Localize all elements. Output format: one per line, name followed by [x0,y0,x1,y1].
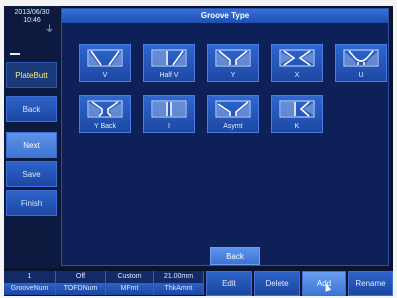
back-button[interactable]: Back [210,247,260,265]
groove-i-tile[interactable]: I [143,95,195,133]
groove-y-back-label: Y Back [93,123,117,130]
groove-k-icon [279,100,315,118]
groove-num-value: 1 [4,271,56,283]
bottom-bar: 1 Off Custom 21.00mm GrooveNum TOFDNum M… [4,270,393,296]
groove-y-back-icon [87,100,123,118]
groove-half-v-label: Half V [159,72,179,79]
groove-i-icon [151,100,187,118]
groove-half-v-icon [151,49,187,67]
thickness-value: 21.00mm [154,271,204,283]
panel-title: Groove Type [62,9,388,23]
groove-y-label: Y [230,72,236,79]
groove-u-icon [343,49,379,67]
finish-side-button[interactable]: Finish [6,190,57,216]
mode-label: PlateButt [6,62,57,88]
thickness-field[interactable]: ThkAmnt [154,283,204,295]
groove-v-label: V [102,72,108,79]
device-screen: 2013/06/30 10:46 ⏚ PlateButt Back Next S… [4,6,393,296]
groove-type-panel: Groove Type V Half V Y X U Y Back I Asym… [61,8,389,266]
groove-asym-tile[interactable]: Asymt [207,95,259,133]
groove-y-back-tile[interactable]: Y Back [79,95,131,133]
groove-i-label: I [168,123,170,130]
groove-u-tile[interactable]: U [335,44,387,82]
groove-asym-icon [215,100,251,118]
groove-half-v-tile[interactable]: Half V [143,44,195,82]
groove-v-tile[interactable]: V [79,44,131,82]
tofd-num-value: Off [56,271,106,283]
groove-x-icon [279,49,315,67]
groove-asym-label: Asymt [223,123,243,130]
tofd-num-field[interactable]: TOFDNum [56,283,106,295]
groove-k-label: K [294,123,300,130]
sidebar: 2013/06/30 10:46 ⏚ PlateButt Back Next S… [4,6,60,268]
sidebar-divider [10,53,20,55]
groove-y-tile[interactable]: Y [207,44,259,82]
groove-num-field[interactable]: GrooveNum [4,283,56,295]
groove-u-label: U [358,72,364,79]
groove-x-label: X [294,72,300,79]
mfmt-field[interactable]: MFmt [106,283,154,295]
edit-button[interactable]: Edit [206,271,252,296]
back-side-button[interactable]: Back [6,96,57,122]
groove-x-tile[interactable]: X [271,44,323,82]
groove-y-icon [215,49,251,67]
rename-button[interactable]: Rename [348,271,393,296]
delete-button[interactable]: Delete [254,271,300,296]
mfmt-value: Custom [106,271,154,283]
groove-k-tile[interactable]: K [271,95,323,133]
groove-v-icon [87,49,123,67]
save-side-button[interactable]: Save [6,161,57,187]
plug-icon: ⏚ [44,24,54,34]
next-side-button[interactable]: Next [6,132,57,158]
status-clock: 2013/06/30 10:46 ⏚ [6,9,58,47]
status-date: 2013/06/30 [14,9,50,16]
